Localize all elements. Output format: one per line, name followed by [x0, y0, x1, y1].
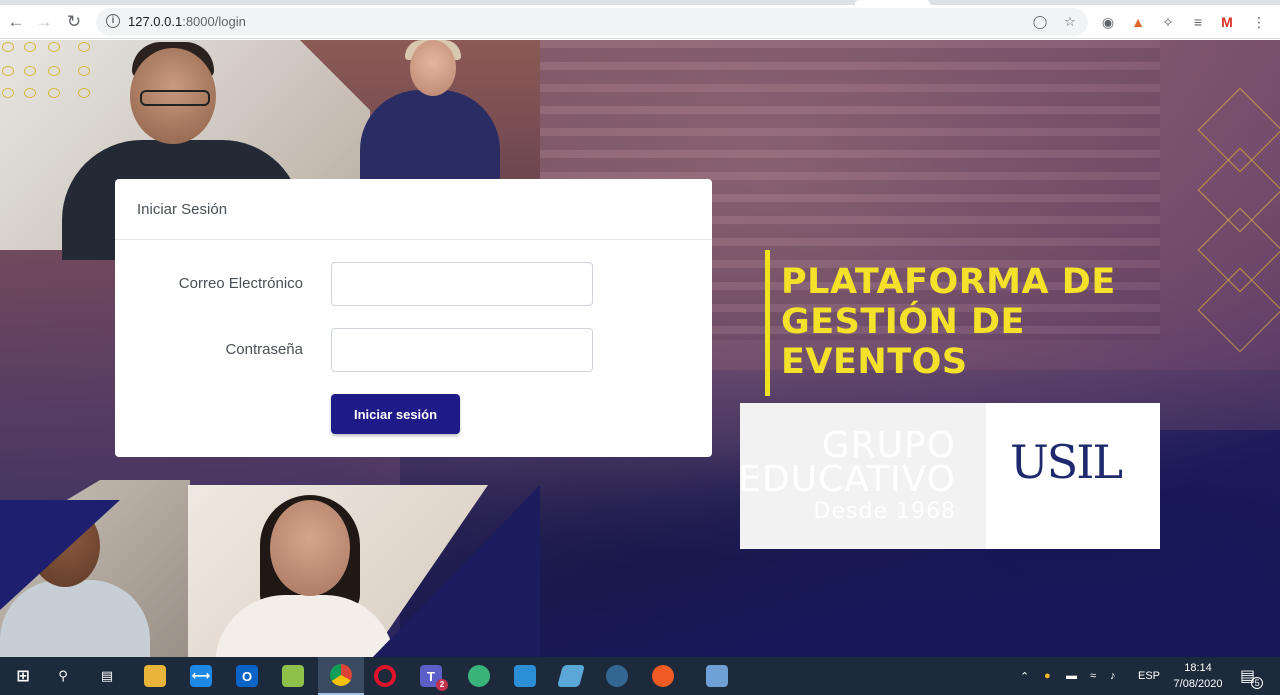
url-path: :8000/login	[182, 14, 246, 29]
tray-language[interactable]: ESP	[1138, 657, 1160, 695]
clock-date: 7/08/2020	[1173, 678, 1223, 690]
login-card-title: Iniciar Sesión	[115, 179, 712, 240]
platform-title-line: EVENTOS	[781, 342, 968, 382]
platform-title: PLATAFORMA DE GESTIÓN DE EVENTOS	[781, 262, 1201, 382]
tray-volume-icon[interactable]: ♪	[1110, 657, 1116, 695]
chrome-icon[interactable]	[318, 657, 364, 695]
info-icon[interactable]: i	[106, 14, 120, 28]
translate-icon[interactable]: ◯	[1032, 14, 1048, 30]
logo-text-line: Desde 1968	[813, 499, 956, 524]
search-icon[interactable]: ⚲	[40, 657, 86, 695]
app-blue-icon[interactable]	[548, 657, 594, 695]
media-control-icon[interactable]: ≡	[1189, 13, 1207, 31]
browser-toolbar: ← → ↻ i 127.0.0.1:8000/login ◯ ☆ ◉ ▲ ✧ ≡…	[0, 5, 1280, 39]
login-page: Iniciar Sesión Correo Electrónico Contra…	[0, 40, 1280, 657]
logo-text-line: EDUCATIVO	[740, 459, 956, 500]
platform-title-line: PLATAFORMA DE	[781, 262, 1116, 302]
tray-battery-icon[interactable]: ▬	[1066, 657, 1077, 695]
email-input[interactable]	[331, 262, 593, 306]
email-row: Correo Electrónico	[115, 262, 712, 306]
clock-time: 18:14	[1184, 662, 1212, 674]
extension-lock-icon[interactable]: ▲	[1129, 13, 1147, 31]
teams-badge: 2	[436, 679, 448, 691]
outlook-icon[interactable]: O	[224, 657, 270, 695]
opera-icon[interactable]	[362, 657, 408, 695]
notification-icon[interactable]: ▤ 5	[1240, 657, 1264, 695]
login-card: Iniciar Sesión Correo Electrónico Contra…	[115, 179, 712, 457]
photos-icon[interactable]	[502, 657, 548, 695]
brand-accent-bar	[765, 250, 770, 396]
task-view-icon[interactable]: ▤	[84, 657, 130, 695]
windows-taskbar: ⊞ ⚲ ▤ ⟷ O T2 ⌃ ● ▬ ≈ ♪ ESP 18:14 7/08/20…	[0, 657, 1280, 695]
url-host: 127.0.0.1	[128, 14, 183, 29]
photo-figure	[360, 90, 500, 190]
puzzle-icon[interactable]: ✧	[1159, 13, 1177, 31]
camera-icon[interactable]: ◉	[1099, 13, 1117, 31]
photo-figure	[140, 90, 210, 106]
postman-icon[interactable]	[640, 657, 686, 695]
address-bar[interactable]: i 127.0.0.1:8000/login ◯ ☆	[96, 8, 1088, 36]
password-row: Contraseña	[115, 328, 712, 372]
tray-clock[interactable]: 18:14 7/08/2020	[1168, 660, 1228, 692]
usil-logo-text: USIL	[1010, 435, 1123, 489]
reload-icon[interactable]: ↻	[62, 10, 86, 34]
bookmark-star-icon[interactable]: ☆	[1062, 14, 1078, 30]
decor-dots	[0, 42, 95, 98]
login-button[interactable]: Iniciar sesión	[331, 394, 460, 434]
photo-figure	[410, 40, 456, 96]
network-app-icon[interactable]	[694, 657, 740, 695]
back-icon[interactable]: ←	[4, 10, 28, 34]
app-green-icon[interactable]	[456, 657, 502, 695]
forward-icon[interactable]: →	[32, 10, 56, 34]
menu-kebab-icon[interactable]: ⋮	[1250, 13, 1268, 31]
email-label: Correo Electrónico	[178, 275, 303, 292]
teams-icon[interactable]: T2	[408, 657, 454, 695]
postgres-icon[interactable]	[594, 657, 640, 695]
vscode-icon[interactable]: ⟷	[178, 657, 224, 695]
gmail-icon[interactable]: M	[1218, 13, 1236, 31]
password-label: Contraseña	[225, 341, 303, 358]
tray-chevron-icon[interactable]: ⌃	[1020, 657, 1029, 695]
usil-logo-box: GRUPO EDUCATIVO Desde 1968 USIL	[740, 403, 1160, 549]
password-input[interactable]	[331, 328, 593, 372]
grupo-educativo-logo: GRUPO EDUCATIVO Desde 1968	[740, 403, 986, 549]
notification-count: 5	[1251, 677, 1264, 689]
notepad-icon[interactable]	[270, 657, 316, 695]
platform-title-line: GESTIÓN DE	[781, 302, 1025, 342]
url-text[interactable]: 127.0.0.1:8000/login	[128, 14, 246, 29]
file-explorer-icon[interactable]	[132, 657, 178, 695]
photo-figure	[270, 500, 350, 596]
tray-wifi-icon[interactable]: ≈	[1090, 657, 1096, 695]
tray-lock-icon[interactable]: ●	[1044, 657, 1051, 695]
